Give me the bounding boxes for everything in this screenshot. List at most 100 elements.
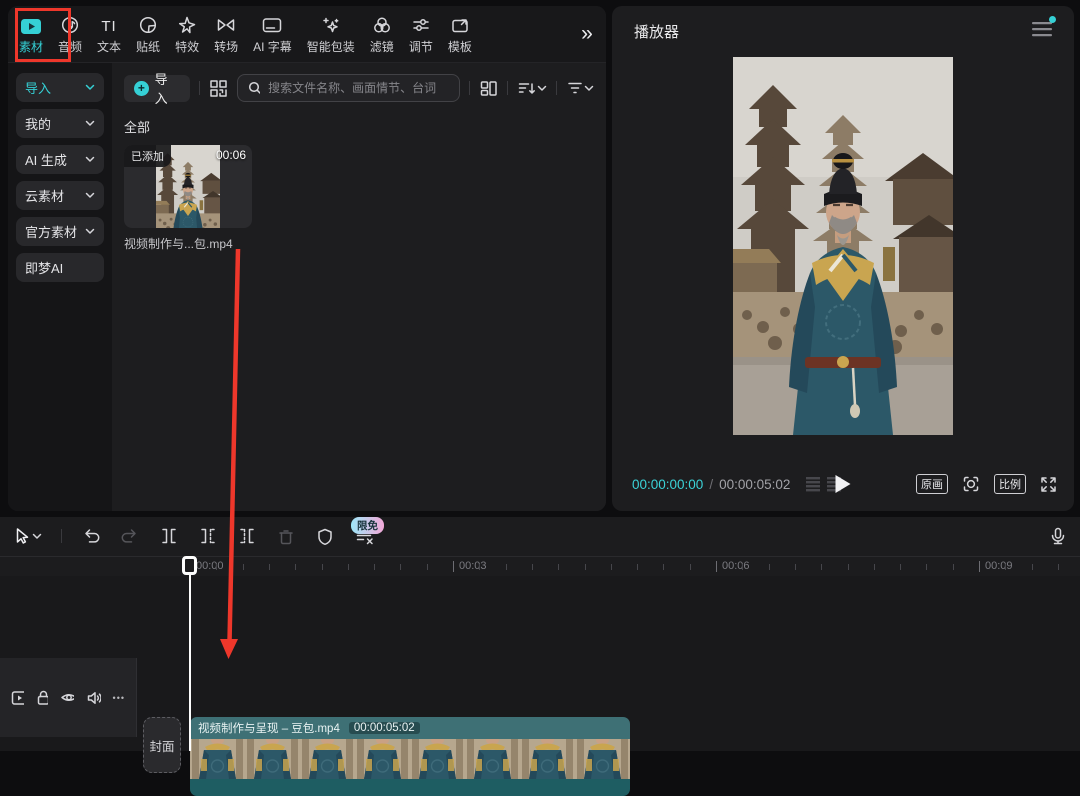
track-header: ••• (0, 658, 137, 737)
ruler-tick (769, 564, 770, 570)
qr-scan-icon[interactable] (209, 79, 228, 98)
ruler-tick (427, 564, 428, 570)
chevron-down-icon (584, 85, 594, 92)
filmstrip-frame (245, 739, 300, 779)
ruler-tick (479, 564, 480, 570)
playhead-line[interactable] (189, 557, 191, 751)
ruler-major-tick: 00:09 (979, 561, 980, 572)
playhead-handle[interactable] (182, 556, 197, 575)
tab-label: 调节 (409, 38, 433, 55)
grid-view-icon[interactable] (479, 79, 498, 98)
tab-filters[interactable]: 滤镜 (363, 14, 401, 55)
cover-button[interactable]: 封面 (143, 717, 181, 773)
chevron-down-icon (85, 120, 95, 127)
timeline-clip[interactable]: 视频制作与呈现 – 豆包.mp4 00:00:05:02 (190, 717, 630, 796)
search-input[interactable] (266, 80, 449, 96)
sidebar-item-jimeng-ai[interactable]: 即梦AI (16, 253, 104, 282)
timeline-ruler[interactable]: 00:0000:0300:0600:09 (0, 556, 1080, 577)
ruler-tick (400, 564, 401, 570)
clip-header: 视频制作与呈现 – 豆包.mp4 00:00:05:02 (190, 717, 630, 739)
ruler-time-label: 00:06 (722, 560, 750, 572)
mask-icon[interactable] (315, 527, 335, 546)
sidebar-item-mine[interactable]: 我的 (16, 109, 104, 138)
tab-adjust[interactable]: 调节 (402, 14, 440, 55)
player-panel: 播放器 00:00:00:00 / 00:00:05:02 原画 比例 (612, 6, 1074, 511)
clip-audio-bar (190, 779, 630, 796)
sidebar-item-cloud-material[interactable]: 云素材 (16, 181, 104, 210)
focus-icon[interactable] (961, 474, 981, 494)
ruler-tick (795, 564, 796, 570)
microphone-icon[interactable] (1048, 526, 1068, 547)
ruler-tick (558, 564, 559, 570)
top-tabbar: 素材 音频 TI 文本 贴纸 特效 (8, 6, 606, 63)
tab-material[interactable]: 素材 (12, 14, 50, 55)
filter-button[interactable] (566, 79, 594, 97)
sidebar-item-import[interactable]: 导入 (16, 73, 104, 102)
tab-smart-package[interactable]: 智能包装 (300, 14, 362, 55)
player-controls: 00:00:00:00 / 00:00:05:02 原画 比例 (612, 457, 1074, 511)
ruler-time-label: 00:03 (459, 560, 487, 572)
tab-label: 文本 (97, 38, 121, 55)
tab-sticker[interactable]: 贴纸 (129, 14, 167, 55)
ruler-tick (742, 564, 743, 570)
divider (199, 81, 200, 95)
lock-icon[interactable] (36, 689, 48, 706)
import-label: 导入 (155, 69, 180, 107)
ratio-button[interactable]: 比例 (994, 474, 1026, 494)
original-quality-button[interactable]: 原画 (916, 474, 948, 494)
tab-effects[interactable]: 特效 (168, 14, 206, 55)
chevron-down-icon (85, 192, 95, 199)
filmstrip-frame (190, 739, 245, 779)
divider (556, 81, 557, 95)
select-tool-button[interactable] (12, 526, 42, 546)
ruler-tick (295, 564, 296, 570)
cursor-icon (12, 526, 32, 546)
tab-template[interactable]: 模板 (441, 14, 479, 55)
redo-icon[interactable] (120, 527, 140, 545)
tab-label: 模板 (448, 38, 472, 55)
ruler-tick (243, 564, 244, 570)
more-tabs-button[interactable]: » (572, 6, 602, 62)
tab-transition[interactable]: 转场 (207, 14, 245, 55)
ruler-tick (348, 564, 349, 570)
sidebar-item-official-material[interactable]: 官方素材 (16, 217, 104, 246)
divider (469, 81, 470, 95)
tab-text[interactable]: TI 文本 (90, 14, 128, 55)
video-card[interactable]: 已添加 00:06 (124, 145, 252, 228)
import-button[interactable]: + 导入 (124, 75, 190, 102)
timeline-toolbar (0, 517, 1080, 555)
tab-label: 音频 (58, 38, 82, 55)
smart-package-icon (320, 14, 341, 35)
eye-icon[interactable] (60, 690, 74, 705)
sort-button[interactable] (517, 79, 547, 97)
undo-icon[interactable] (81, 527, 101, 545)
notification-dot (1049, 16, 1056, 23)
speaker-icon[interactable] (86, 690, 100, 706)
sticker-icon (138, 14, 158, 35)
play-button[interactable] (836, 475, 851, 493)
overlay-track-icon[interactable] (11, 690, 24, 706)
filmstrip-frame (300, 739, 355, 779)
ruler-tick (1032, 564, 1033, 570)
ruler-major-tick: 00:06 (716, 561, 717, 572)
video-preview[interactable] (733, 57, 953, 435)
effects-icon (177, 14, 197, 35)
divider (61, 529, 62, 543)
filmstrip-frame (575, 739, 630, 779)
divider (507, 81, 508, 95)
track-more-button[interactable]: ••• (113, 693, 125, 703)
search-box[interactable] (237, 74, 461, 102)
duration-badge: 00:06 (216, 148, 246, 162)
split-icon[interactable] (159, 527, 179, 545)
split-keep-left-icon[interactable] (198, 527, 218, 545)
fullscreen-icon[interactable] (1039, 475, 1058, 494)
split-keep-right-icon[interactable] (237, 527, 257, 545)
tab-ai-captions[interactable]: AI 字幕 (246, 14, 299, 55)
delete-icon[interactable] (276, 527, 296, 546)
limited-free-badge: 限免 (351, 517, 384, 534)
ruler-tick (1005, 564, 1006, 570)
sidebar-item-ai-generate[interactable]: AI 生成 (16, 145, 104, 174)
tab-audio[interactable]: 音频 (51, 14, 89, 55)
player-menu-button[interactable] (1032, 21, 1052, 42)
video-filename: 视频制作与...包.mp4 (124, 235, 264, 252)
